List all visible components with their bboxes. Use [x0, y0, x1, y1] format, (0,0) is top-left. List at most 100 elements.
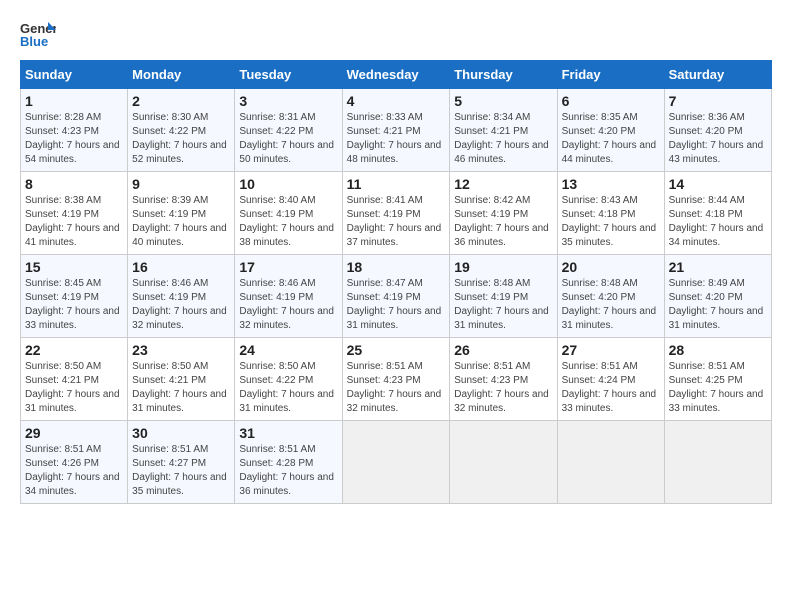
day-info: Sunrise: 8:46 AMSunset: 4:19 PMDaylight:…: [239, 277, 337, 333]
day-number: 6: [562, 93, 660, 109]
calendar-cell: 25 Sunrise: 8:51 AMSunset: 4:23 PMDayligh…: [342, 338, 450, 421]
day-number: 24: [239, 342, 337, 358]
day-number: 7: [669, 93, 767, 109]
day-info: Sunrise: 8:51 AMSunset: 4:24 PMDaylight:…: [562, 360, 660, 416]
day-of-week-header: Friday: [557, 61, 664, 89]
day-number: 15: [25, 259, 123, 275]
day-of-week-header: Tuesday: [235, 61, 342, 89]
day-number: 20: [562, 259, 660, 275]
day-info: Sunrise: 8:35 AMSunset: 4:20 PMDaylight:…: [562, 111, 660, 167]
calendar-cell: 16 Sunrise: 8:46 AMSunset: 4:19 PMDayligh…: [128, 255, 235, 338]
day-number: 5: [454, 93, 552, 109]
day-number: 9: [132, 176, 230, 192]
day-of-week-header: Thursday: [450, 61, 557, 89]
day-number: 4: [347, 93, 446, 109]
calendar-cell: 20 Sunrise: 8:48 AMSunset: 4:20 PMDayligh…: [557, 255, 664, 338]
day-info: Sunrise: 8:45 AMSunset: 4:19 PMDaylight:…: [25, 277, 123, 333]
day-number: 8: [25, 176, 123, 192]
day-number: 10: [239, 176, 337, 192]
day-info: Sunrise: 8:46 AMSunset: 4:19 PMDaylight:…: [132, 277, 230, 333]
day-info: Sunrise: 8:49 AMSunset: 4:20 PMDaylight:…: [669, 277, 767, 333]
calendar-table: SundayMondayTuesdayWednesdayThursdayFrid…: [20, 60, 772, 504]
calendar-cell: 12 Sunrise: 8:42 AMSunset: 4:19 PMDayligh…: [450, 172, 557, 255]
day-number: 11: [347, 176, 446, 192]
day-info: Sunrise: 8:50 AMSunset: 4:21 PMDaylight:…: [132, 360, 230, 416]
calendar-cell: 23Sunrise: 8:50 AMSunset: 4:21 PMDayligh…: [128, 338, 235, 421]
day-info: Sunrise: 8:51 AMSunset: 4:23 PMDaylight:…: [454, 360, 552, 416]
calendar-week-row: 29Sunrise: 8:51 AMSunset: 4:26 PMDayligh…: [21, 421, 772, 504]
header-row: SundayMondayTuesdayWednesdayThursdayFrid…: [21, 61, 772, 89]
day-number: 12: [454, 176, 552, 192]
header: General Blue: [20, 20, 772, 50]
day-number: 1: [25, 93, 123, 109]
calendar-cell: [450, 421, 557, 504]
calendar-cell: 24Sunrise: 8:50 AMSunset: 4:22 PMDayligh…: [235, 338, 342, 421]
calendar-cell: 30Sunrise: 8:51 AMSunset: 4:27 PMDayligh…: [128, 421, 235, 504]
calendar-cell: 22 Sunrise: 8:50 AMSunset: 4:21 PMDayligh…: [21, 338, 128, 421]
calendar-cell: 8 Sunrise: 8:38 AMSunset: 4:19 PMDaylight…: [21, 172, 128, 255]
calendar-cell: [664, 421, 771, 504]
day-number: 27: [562, 342, 660, 358]
day-of-week-header: Saturday: [664, 61, 771, 89]
day-number: 13: [562, 176, 660, 192]
day-info: Sunrise: 8:44 AMSunset: 4:18 PMDaylight:…: [669, 194, 767, 250]
calendar-week-row: 1 Sunrise: 8:28 AMSunset: 4:23 PMDaylight…: [21, 89, 772, 172]
day-info: Sunrise: 8:51 AMSunset: 4:23 PMDaylight:…: [347, 360, 446, 416]
calendar-cell: 1 Sunrise: 8:28 AMSunset: 4:23 PMDaylight…: [21, 89, 128, 172]
day-number: 29: [25, 425, 123, 441]
calendar-cell: 18 Sunrise: 8:47 AMSunset: 4:19 PMDayligh…: [342, 255, 450, 338]
calendar-cell: 29Sunrise: 8:51 AMSunset: 4:26 PMDayligh…: [21, 421, 128, 504]
day-number: 22: [25, 342, 123, 358]
calendar-cell: 15 Sunrise: 8:45 AMSunset: 4:19 PMDayligh…: [21, 255, 128, 338]
day-number: 21: [669, 259, 767, 275]
day-number: 16: [132, 259, 230, 275]
day-info: Sunrise: 8:48 AMSunset: 4:19 PMDaylight:…: [454, 277, 552, 333]
calendar-cell: 10Sunrise: 8:40 AMSunset: 4:19 PMDayligh…: [235, 172, 342, 255]
day-info: Sunrise: 8:47 AMSunset: 4:19 PMDaylight:…: [347, 277, 446, 333]
calendar-cell: 31Sunrise: 8:51 AMSunset: 4:28 PMDayligh…: [235, 421, 342, 504]
day-info: Sunrise: 8:42 AMSunset: 4:19 PMDaylight:…: [454, 194, 552, 250]
day-info: Sunrise: 8:36 AMSunset: 4:20 PMDaylight:…: [669, 111, 767, 167]
day-of-week-header: Wednesday: [342, 61, 450, 89]
svg-text:Blue: Blue: [20, 34, 48, 49]
day-number: 18: [347, 259, 446, 275]
day-info: Sunrise: 8:31 AMSunset: 4:22 PMDaylight:…: [239, 111, 337, 167]
calendar-cell: 21 Sunrise: 8:49 AMSunset: 4:20 PMDayligh…: [664, 255, 771, 338]
day-info: Sunrise: 8:41 AMSunset: 4:19 PMDaylight:…: [347, 194, 446, 250]
calendar-cell: 14 Sunrise: 8:44 AMSunset: 4:18 PMDayligh…: [664, 172, 771, 255]
day-number: 2: [132, 93, 230, 109]
calendar-cell: 28Sunrise: 8:51 AMSunset: 4:25 PMDayligh…: [664, 338, 771, 421]
calendar-cell: 11 Sunrise: 8:41 AMSunset: 4:19 PMDayligh…: [342, 172, 450, 255]
day-info: Sunrise: 8:39 AMSunset: 4:19 PMDaylight:…: [132, 194, 230, 250]
calendar-cell: 19Sunrise: 8:48 AMSunset: 4:19 PMDayligh…: [450, 255, 557, 338]
day-of-week-header: Monday: [128, 61, 235, 89]
day-number: 26: [454, 342, 552, 358]
day-number: 3: [239, 93, 337, 109]
calendar-cell: [342, 421, 450, 504]
calendar-cell: 4 Sunrise: 8:33 AMSunset: 4:21 PMDaylight…: [342, 89, 450, 172]
calendar-cell: 26 Sunrise: 8:51 AMSunset: 4:23 PMDayligh…: [450, 338, 557, 421]
day-info: Sunrise: 8:33 AMSunset: 4:21 PMDaylight:…: [347, 111, 446, 167]
day-number: 14: [669, 176, 767, 192]
calendar-cell: 9 Sunrise: 8:39 AMSunset: 4:19 PMDaylight…: [128, 172, 235, 255]
day-info: Sunrise: 8:38 AMSunset: 4:19 PMDaylight:…: [25, 194, 123, 250]
day-info: Sunrise: 8:48 AMSunset: 4:20 PMDaylight:…: [562, 277, 660, 333]
day-info: Sunrise: 8:50 AMSunset: 4:21 PMDaylight:…: [25, 360, 123, 416]
calendar-week-row: 22 Sunrise: 8:50 AMSunset: 4:21 PMDayligh…: [21, 338, 772, 421]
day-number: 17: [239, 259, 337, 275]
logo-icon: General Blue: [20, 20, 56, 50]
day-number: 30: [132, 425, 230, 441]
day-info: Sunrise: 8:51 AMSunset: 4:28 PMDaylight:…: [239, 443, 337, 499]
day-info: Sunrise: 8:28 AMSunset: 4:23 PMDaylight:…: [25, 111, 123, 167]
calendar-cell: 3 Sunrise: 8:31 AMSunset: 4:22 PMDaylight…: [235, 89, 342, 172]
calendar-cell: 2 Sunrise: 8:30 AMSunset: 4:22 PMDaylight…: [128, 89, 235, 172]
day-number: 25: [347, 342, 446, 358]
calendar-cell: [557, 421, 664, 504]
day-info: Sunrise: 8:51 AMSunset: 4:25 PMDaylight:…: [669, 360, 767, 416]
calendar-cell: 27 Sunrise: 8:51 AMSunset: 4:24 PMDayligh…: [557, 338, 664, 421]
calendar-cell: 17 Sunrise: 8:46 AMSunset: 4:19 PMDayligh…: [235, 255, 342, 338]
day-info: Sunrise: 8:34 AMSunset: 4:21 PMDaylight:…: [454, 111, 552, 167]
calendar-cell: 5 Sunrise: 8:34 AMSunset: 4:21 PMDaylight…: [450, 89, 557, 172]
day-info: Sunrise: 8:43 AMSunset: 4:18 PMDaylight:…: [562, 194, 660, 250]
day-info: Sunrise: 8:30 AMSunset: 4:22 PMDaylight:…: [132, 111, 230, 167]
